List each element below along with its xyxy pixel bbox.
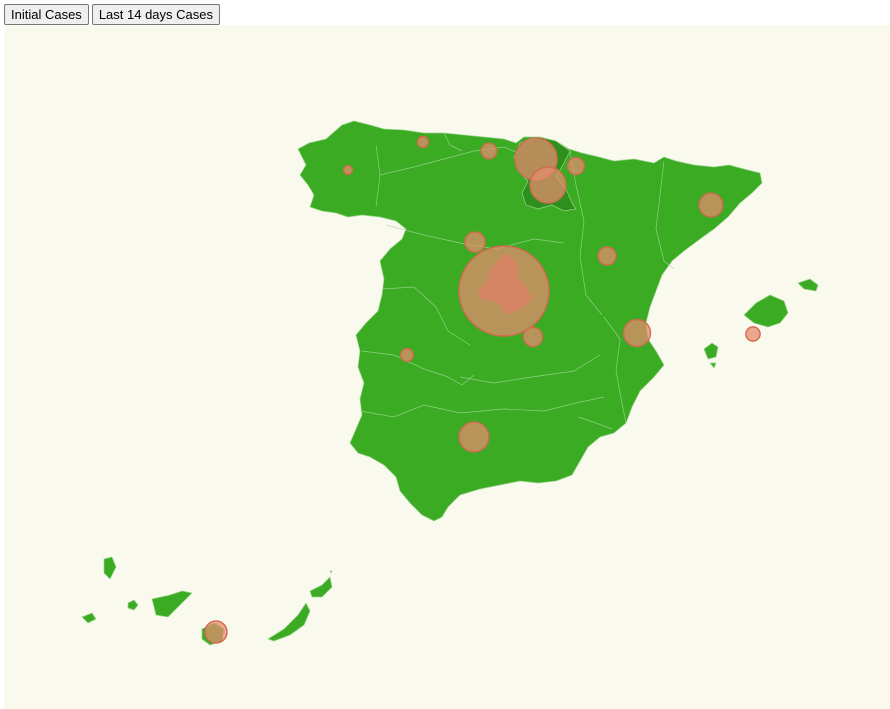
map-container (4, 25, 890, 709)
last-14-days-cases-button[interactable]: Last 14 days Cases (91, 4, 220, 25)
case-bubble-castilla-la-mancha[interactable] (522, 326, 544, 348)
case-bubble-aragon[interactable] (597, 246, 617, 266)
case-bubble-cantabria[interactable] (480, 142, 498, 160)
case-bubble-valencia[interactable] (622, 318, 652, 348)
case-bubble-asturias[interactable] (416, 135, 430, 149)
case-bubble-cataluna[interactable] (698, 192, 724, 218)
case-bubble-galicia[interactable] (342, 164, 354, 176)
case-bubble-baleares[interactable] (745, 326, 761, 342)
spain-map (4, 25, 890, 709)
case-bubble-canarias[interactable] (204, 620, 228, 644)
case-bubble-la-rioja[interactable] (529, 166, 567, 204)
initial-cases-button[interactable]: Initial Cases (4, 4, 89, 25)
case-bubble-castilla-leon[interactable] (464, 231, 486, 253)
toolbar: Initial Cases Last 14 days Cases (4, 4, 220, 25)
case-bubble-pais-vasco[interactable] (566, 156, 586, 176)
case-bubble-extremadura[interactable] (399, 347, 415, 363)
case-bubble-andalucia[interactable] (458, 421, 490, 453)
case-bubble-madrid[interactable] (458, 245, 550, 337)
